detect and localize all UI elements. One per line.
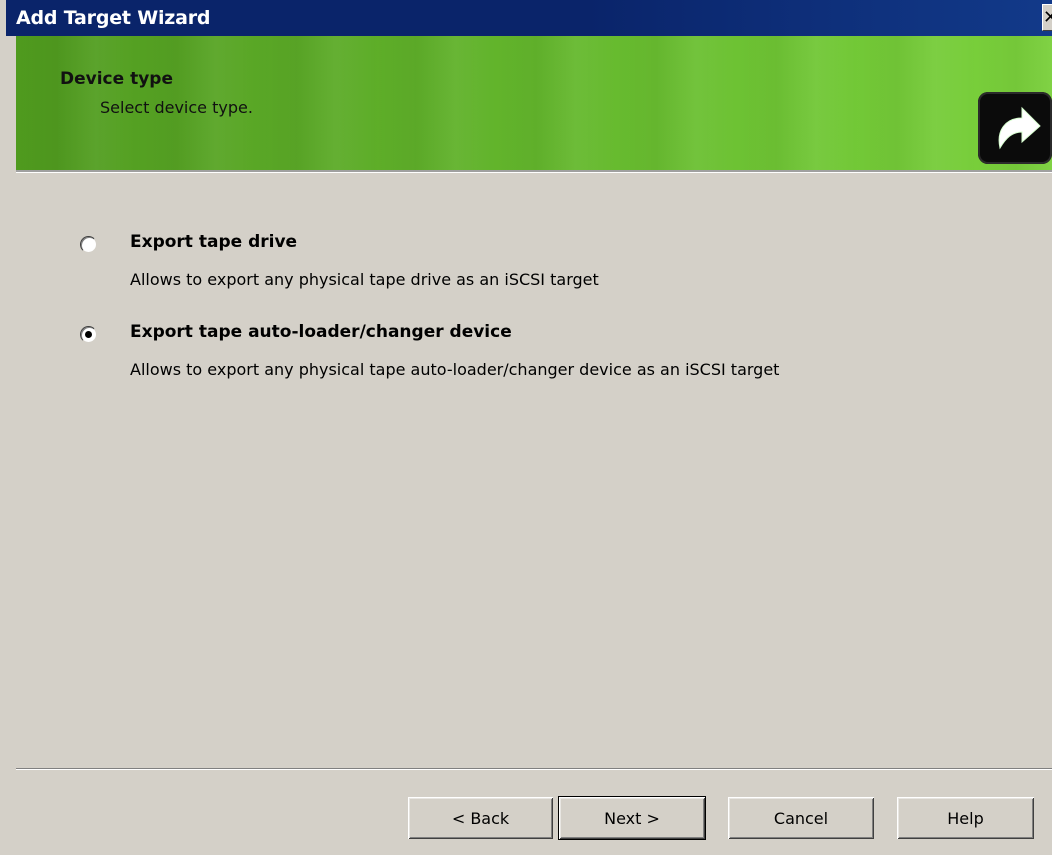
option-label[interactable]: Export tape auto-loader/changer device: [130, 322, 512, 342]
window-title: Add Target Wizard: [16, 7, 211, 29]
footer-divider: [16, 768, 1052, 770]
page-title: Device type: [60, 69, 173, 89]
next-button[interactable]: Next >: [559, 797, 705, 839]
page-subtitle: Select device type.: [100, 98, 253, 117]
cancel-button[interactable]: Cancel: [728, 797, 874, 839]
wizard-window: Add Target Wizard ✕ Device type Select d…: [0, 0, 1052, 855]
wizard-header-banner: Device type Select device type.: [16, 36, 1052, 170]
close-icon: ✕: [1043, 7, 1052, 28]
radio-export-tape-autoloader[interactable]: [80, 326, 97, 343]
forward-arrow-icon: [978, 92, 1052, 164]
title-bar[interactable]: Add Target Wizard ✕: [6, 0, 1052, 36]
radio-selected-dot: [85, 331, 92, 338]
option-description: Allows to export any physical tape drive…: [130, 270, 599, 289]
back-button[interactable]: < Back: [408, 797, 553, 839]
option-label[interactable]: Export tape drive: [130, 232, 297, 252]
header-divider: [16, 170, 1052, 173]
help-button[interactable]: Help: [897, 797, 1034, 839]
option-description: Allows to export any physical tape auto-…: [130, 360, 780, 379]
radio-export-tape-drive[interactable]: [80, 236, 97, 253]
close-button[interactable]: ✕: [1042, 4, 1052, 31]
